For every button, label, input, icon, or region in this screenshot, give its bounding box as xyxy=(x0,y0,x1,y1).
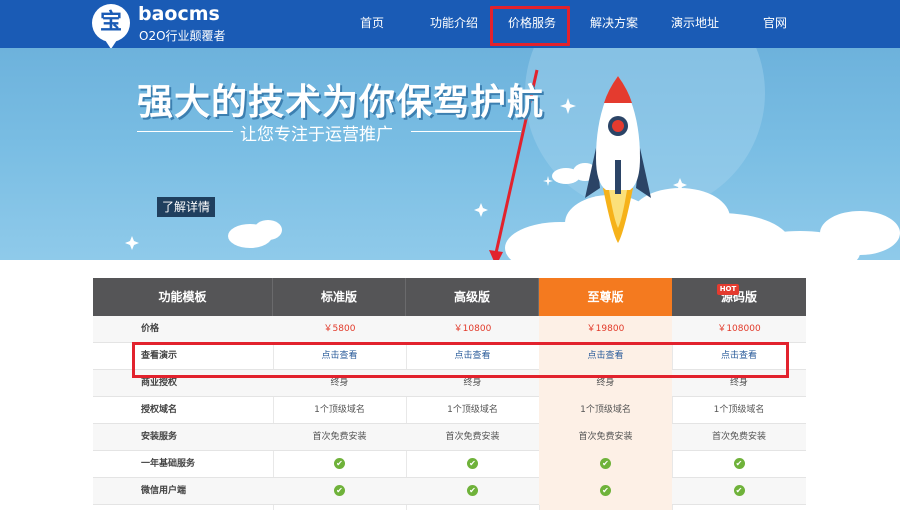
table-row-domain: 授权域名 1个顶级域名 1个顶级域名 1个顶级域名 1个顶级域名 xyxy=(93,397,806,424)
table-cell: ✔ xyxy=(273,451,406,478)
nav-highlight-box xyxy=(490,6,570,46)
row-label: 微信用户端 xyxy=(141,486,187,496)
nav-solutions[interactable]: 解决方案 xyxy=(581,0,647,48)
subline-rule-right xyxy=(411,131,521,132)
cloud-group xyxy=(228,163,900,260)
table-cell: 1个顶级域名 xyxy=(713,405,765,415)
banner-headline: 强大的技术为你保驾护航 xyxy=(137,82,545,123)
top-header: 宝 baocms O2O行业颠覆者 首页 功能介绍 价格服务 解决方案 演示地址… xyxy=(0,0,900,49)
table-row-wechat: 微信用户端 ✔ ✔ ✔ ✔ xyxy=(93,478,806,505)
nav-home[interactable]: 首页 xyxy=(346,0,398,48)
nav-official-site[interactable]: 官网 xyxy=(752,0,798,48)
logo-name[interactable]: baocms xyxy=(138,3,220,25)
check-icon: ✔ xyxy=(467,485,478,496)
banner-subline: 让您专注于运营推广 xyxy=(240,125,393,145)
table-cell: ✔ xyxy=(672,478,806,505)
table-cell: ✔ xyxy=(406,451,539,478)
check-icon: ✔ xyxy=(600,485,611,496)
check-icon: ✔ xyxy=(733,485,745,496)
header-advanced: 高级版 xyxy=(406,278,539,316)
table-cell: ✔ xyxy=(539,478,672,505)
row-label: 一年基础服务 xyxy=(141,459,196,469)
table-cell: 首次免费安装 xyxy=(445,432,500,442)
hero-banner: 强大的技术为你保驾护航 让您专注于运营推广 了解详情 xyxy=(0,48,900,260)
row-label: 安装服务 xyxy=(141,432,178,442)
table-cell: ✔ xyxy=(406,478,539,505)
demo-row-highlight-box xyxy=(132,342,789,378)
row-label: 价格 xyxy=(141,324,160,334)
header-source: 源码版 xyxy=(720,290,757,304)
check-icon: ✔ xyxy=(334,485,345,496)
check-icon: ✔ xyxy=(600,458,611,469)
price-cell: ￥108000 xyxy=(717,324,761,334)
check-icon: ✔ xyxy=(733,458,745,469)
hot-badge: HOT xyxy=(717,284,739,295)
table-cell: 首次免费安装 xyxy=(539,424,672,451)
header-feature: 功能模板 xyxy=(93,278,273,316)
table-cell: 首次免费安装 xyxy=(711,432,766,442)
price-cell: ￥5800 xyxy=(323,324,356,334)
table-row-install: 安装服务 首次免费安装 首次免费安装 首次免费安装 首次免费安装 xyxy=(93,424,806,451)
row-label: 授权域名 xyxy=(141,405,178,415)
table-cell: ✔ xyxy=(539,451,672,478)
header-standard: 标准版 xyxy=(273,278,406,316)
table-row-service: 一年基础服务 ✔ ✔ ✔ ✔ xyxy=(93,451,806,478)
table-cell: ✔ xyxy=(273,478,406,505)
price-cell: ￥19800 xyxy=(539,316,672,343)
learn-more-button[interactable]: 了解详情 xyxy=(157,197,215,217)
check-icon: ✔ xyxy=(467,458,478,469)
pricing-table-header: 功能模板 标准版 高级版 至尊版 源码版 xyxy=(93,278,806,316)
nav-features[interactable]: 功能介绍 xyxy=(421,0,487,48)
table-cell: 1个顶级域名 xyxy=(539,397,672,424)
subline-rule-left xyxy=(137,131,233,132)
table-cell: 首次免费安装 xyxy=(312,432,367,442)
table-row-price: 价格 ￥5800 ￥10800 ￥19800 ￥108000 xyxy=(93,316,806,343)
logo-slogan: O2O行业颠覆者 xyxy=(139,29,226,43)
table-cell: 1个顶级域名 xyxy=(447,405,498,415)
nav-demo[interactable]: 演示地址 xyxy=(662,0,728,48)
table-cell: 1个顶级域名 xyxy=(314,405,365,415)
header-premium: 至尊版 xyxy=(539,278,672,316)
table-cell: ✔ xyxy=(672,451,806,478)
check-icon: ✔ xyxy=(334,458,345,469)
logo-badge[interactable]: 宝 xyxy=(92,4,130,49)
price-cell: ￥10800 xyxy=(453,324,492,334)
